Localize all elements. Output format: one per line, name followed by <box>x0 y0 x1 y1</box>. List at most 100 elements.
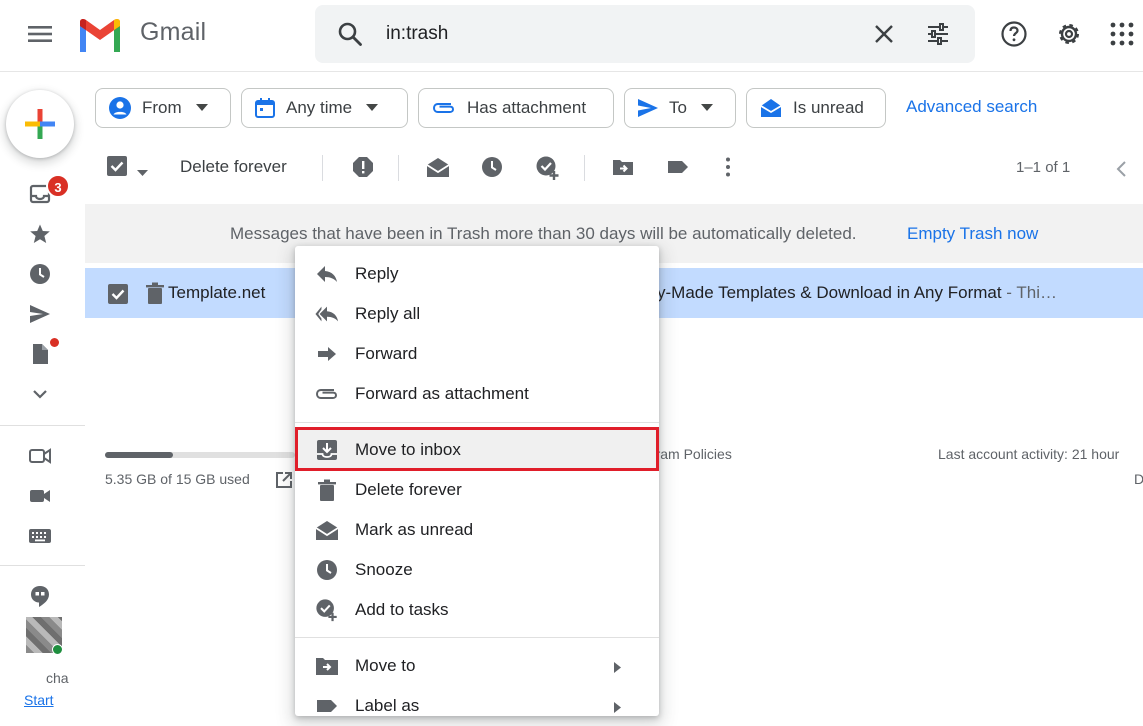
activity-details-link[interactable]: D <box>1134 471 1143 487</box>
menu-item-label: Move to inbox <box>355 440 461 459</box>
reply-icon <box>315 262 339 286</box>
attachment-icon <box>315 382 339 406</box>
hamburger-icon <box>28 26 52 42</box>
menu-item-label: Mark as unread <box>355 520 474 539</box>
submenu-arrow-icon <box>614 700 621 718</box>
clock-icon <box>315 558 339 582</box>
submenu-arrow-icon <box>614 660 621 678</box>
video-outline-icon[interactable] <box>28 444 52 468</box>
context-menu: Reply Reply all Forward Forward as attac… <box>295 246 659 716</box>
menu-item-move-to-inbox[interactable]: Move to inbox <box>295 430 659 470</box>
apps-grid-icon[interactable] <box>1110 22 1134 51</box>
app-name: Gmail <box>140 18 207 46</box>
advanced-search-link[interactable]: Advanced search <box>906 97 1037 117</box>
gmail-logo[interactable]: Gmail <box>76 16 226 54</box>
move-to-inbox-icon <box>315 438 339 462</box>
label-icon[interactable] <box>666 155 690 184</box>
email-subject: y-Made Templates & Download in Any Forma… <box>657 283 1057 303</box>
chevron-left-icon[interactable] <box>1115 159 1129 184</box>
inbox-unread-badge: 3 <box>46 174 70 198</box>
menu-item-move-to[interactable]: Move to <box>295 646 659 686</box>
more-vert-icon[interactable] <box>716 155 740 184</box>
menu-item-label: Add to tasks <box>355 600 449 619</box>
paperclip-icon <box>431 100 457 116</box>
menu-item-mark-unread[interactable]: Mark as unread <box>295 510 659 550</box>
send-icon[interactable] <box>28 302 52 326</box>
online-status-dot <box>52 644 63 655</box>
chip-label: From <box>142 98 182 117</box>
menu-item-label: Reply all <box>355 304 421 323</box>
main-menu-button[interactable] <box>22 20 58 48</box>
caret-down-icon <box>195 104 208 112</box>
to-filter-chip[interactable]: To <box>624 88 736 128</box>
gear-icon[interactable] <box>1055 20 1083 53</box>
attachment-filter-chip[interactable]: Has attachment <box>418 88 614 128</box>
chip-label: To <box>669 98 687 117</box>
menu-item-reply-all[interactable]: Reply all <box>295 294 659 334</box>
delete-forever-button[interactable]: Delete forever <box>180 157 287 177</box>
email-subject-text: y-Made Templates & Download in Any Forma… <box>657 283 1002 302</box>
row-checkbox[interactable] <box>107 283 129 310</box>
video-camera-icon[interactable] <box>28 484 52 508</box>
compose-plus-icon <box>25 109 55 139</box>
menu-item-forward[interactable]: Forward <box>295 334 659 374</box>
chevron-down-icon[interactable] <box>28 382 52 406</box>
start-chat-link[interactable]: Start <box>24 692 54 708</box>
storage-progress-bar <box>105 452 295 458</box>
menu-item-label-as[interactable]: Label as <box>295 686 659 726</box>
clear-search-icon[interactable] <box>871 21 897 52</box>
draft-icon[interactable] <box>28 342 52 366</box>
mark-unread-icon[interactable] <box>425 155 451 184</box>
gmail-m-icon <box>80 18 120 52</box>
chat-label: cha <box>46 670 69 686</box>
snooze-icon[interactable] <box>480 155 504 184</box>
compose-button[interactable] <box>6 90 74 158</box>
menu-item-delete-forever[interactable]: Delete forever <box>295 470 659 510</box>
top-header: Gmail in:trash <box>0 0 1143 72</box>
caret-down-icon <box>366 104 379 112</box>
menu-item-reply[interactable]: Reply <box>295 254 659 294</box>
unread-filter-chip[interactable]: Is unread <box>746 88 886 128</box>
select-all-checkbox[interactable] <box>106 155 128 182</box>
calendar-icon <box>254 97 276 119</box>
menu-item-add-to-tasks[interactable]: Add to tasks <box>295 590 659 630</box>
trash-icon <box>315 478 339 502</box>
report-spam-icon[interactable] <box>351 155 375 184</box>
add-task-icon[interactable] <box>535 155 561 186</box>
from-filter-chip[interactable]: From <box>95 88 231 128</box>
drafts-notification-dot <box>50 338 59 347</box>
keyboard-icon[interactable] <box>28 524 52 548</box>
search-icon[interactable] <box>337 21 363 52</box>
toolbar-divider <box>584 155 585 181</box>
forward-icon <box>315 342 339 366</box>
toolbar-divider <box>322 155 323 181</box>
empty-trash-link[interactable]: Empty Trash now <box>907 224 1038 244</box>
rail-divider <box>0 565 85 566</box>
star-icon[interactable] <box>28 222 52 246</box>
select-menu-caret-icon[interactable] <box>137 164 148 182</box>
search-options-icon[interactable] <box>925 21 951 52</box>
menu-item-label: Delete forever <box>355 480 462 499</box>
hangouts-icon[interactable] <box>28 584 52 608</box>
caret-down-icon <box>700 104 713 112</box>
person-icon <box>108 96 132 120</box>
storage-usage-text: 5.35 GB of 15 GB used <box>105 471 250 487</box>
menu-item-snooze[interactable]: Snooze <box>295 550 659 590</box>
trash-icon <box>145 282 165 309</box>
date-filter-chip[interactable]: Any time <box>241 88 408 128</box>
clock-icon[interactable] <box>28 262 52 286</box>
menu-divider <box>295 637 659 638</box>
menu-item-label: Reply <box>355 264 399 283</box>
open-external-icon[interactable] <box>274 470 294 495</box>
chip-label: Has attachment <box>467 98 587 117</box>
search-input[interactable]: in:trash <box>386 23 448 45</box>
help-icon[interactable] <box>1000 20 1028 53</box>
chip-label: Any time <box>286 98 353 117</box>
move-to-icon[interactable] <box>611 155 635 184</box>
chip-label: Is unread <box>793 98 864 117</box>
menu-item-forward-attachment[interactable]: Forward as attachment <box>295 374 659 414</box>
search-bar[interactable]: in:trash <box>315 5 975 63</box>
email-sender: Template.net <box>168 283 266 302</box>
move-to-icon <box>315 654 339 678</box>
menu-item-label: Move to <box>355 656 416 675</box>
